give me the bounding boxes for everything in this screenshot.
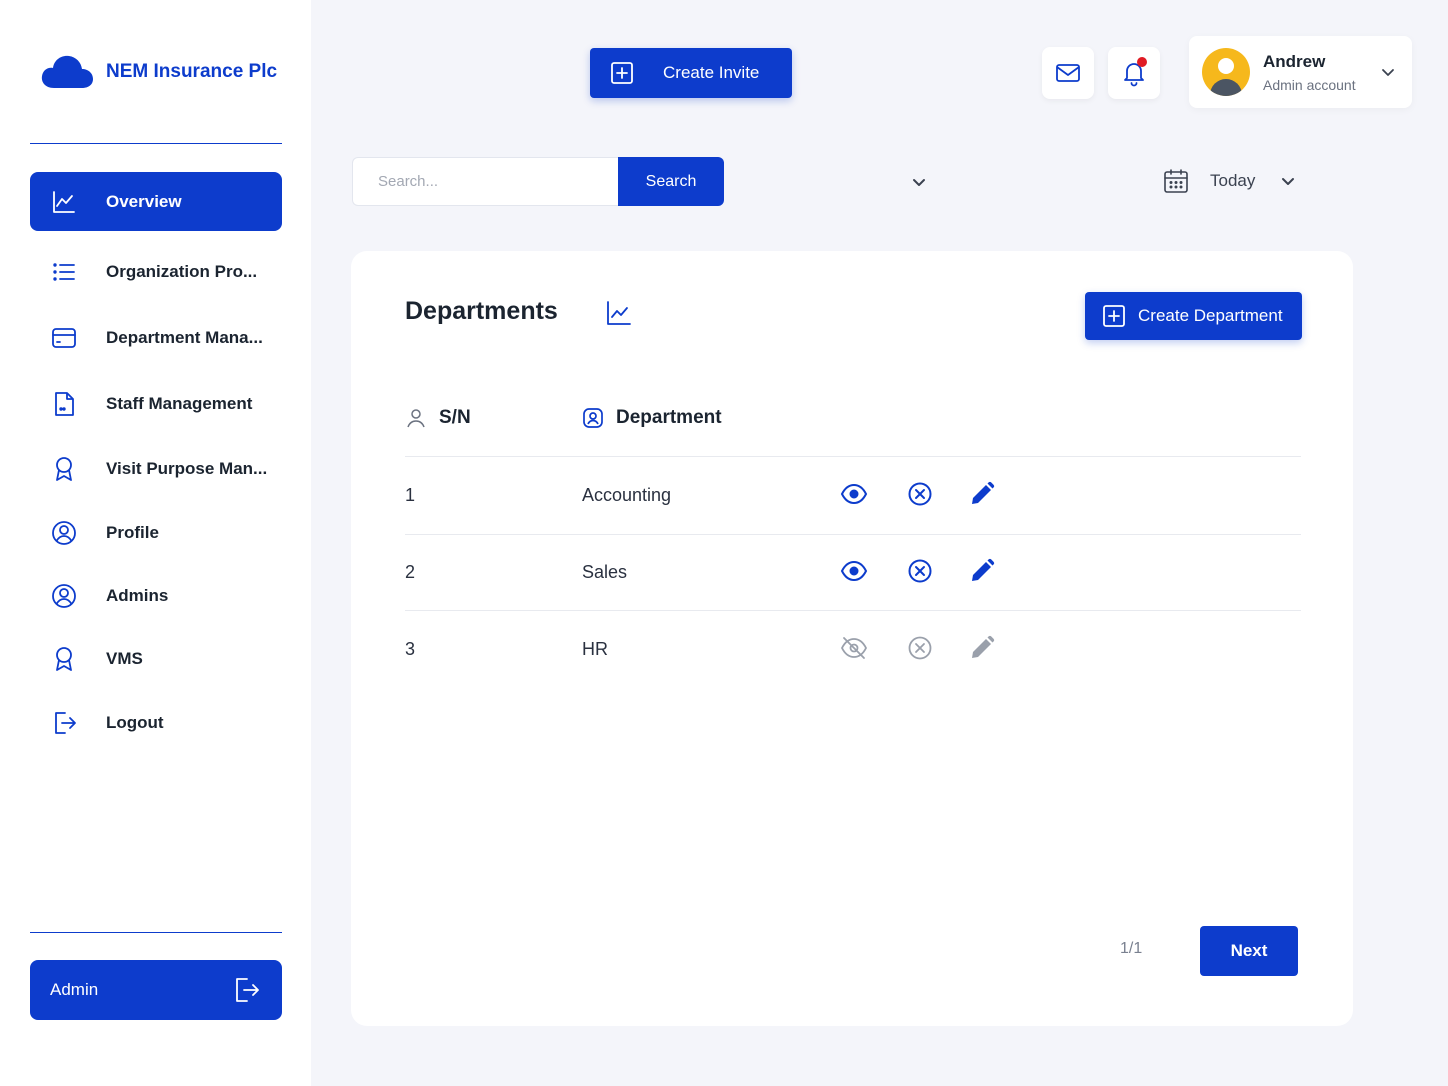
close-circle-icon xyxy=(908,482,932,506)
avatar xyxy=(1202,48,1250,96)
page-title: Departments xyxy=(405,297,558,325)
column-header-sn: S/N xyxy=(405,407,471,429)
row-department: HR xyxy=(582,639,608,659)
sidebar-item-department[interactable]: Department Mana... xyxy=(30,308,282,367)
sidebar-item-profile[interactable]: Profile xyxy=(30,503,282,562)
edit-button[interactable] xyxy=(967,556,997,586)
user-name: Andrew xyxy=(1263,51,1326,71)
page-indicator: 1/1 xyxy=(1120,940,1143,957)
view-button[interactable] xyxy=(839,633,869,663)
table-divider xyxy=(405,610,1301,611)
column-header-department-label: Department xyxy=(616,407,722,428)
sidebar-item-label: Overview xyxy=(106,191,182,211)
table-divider xyxy=(405,534,1301,535)
sidebar-item-label: Logout xyxy=(106,712,164,732)
user-menu[interactable]: Andrew Admin account xyxy=(1189,36,1412,108)
filter-dropdown[interactable] xyxy=(905,168,933,196)
search-input[interactable] xyxy=(352,157,620,206)
user-circle-icon xyxy=(50,582,78,610)
sidebar-divider-bottom xyxy=(30,932,282,933)
sidebar-divider-top xyxy=(30,143,282,144)
file-icon xyxy=(50,390,78,418)
delete-button[interactable] xyxy=(905,479,935,509)
close-circle-icon xyxy=(908,559,932,583)
card-icon xyxy=(50,324,78,352)
sidebar: NEM Insurance Plc Overview Organization … xyxy=(0,0,311,1086)
row-department: Sales xyxy=(582,562,628,582)
row-sn: 3 xyxy=(405,639,416,659)
sidebar-item-visit-purpose[interactable]: Visit Purpose Man... xyxy=(30,439,282,498)
list-icon xyxy=(50,258,78,286)
user-icon xyxy=(407,409,425,428)
admin-button-label: Admin xyxy=(50,980,99,999)
column-header-sn-label: S/N xyxy=(439,407,471,428)
view-button[interactable] xyxy=(839,556,869,586)
sidebar-item-label: Staff Management xyxy=(106,393,253,413)
sidebar-item-organization[interactable]: Organization Pro... xyxy=(30,242,282,301)
sidebar-item-label: Profile xyxy=(106,522,159,542)
user-role: Admin account xyxy=(1263,76,1356,93)
create-department-button[interactable]: Create Department xyxy=(1085,292,1302,340)
create-invite-button[interactable]: Create Invite xyxy=(590,48,792,98)
sidebar-item-label: Organization Pro... xyxy=(106,261,258,281)
plus-square-icon xyxy=(611,62,633,84)
sidebar-item-label: Department Mana... xyxy=(106,327,263,347)
date-filter[interactable]: Today xyxy=(1162,166,1297,196)
notification-dot xyxy=(1137,57,1147,67)
eye-icon xyxy=(840,560,868,582)
pencil-icon xyxy=(972,481,995,504)
next-button[interactable]: Next xyxy=(1200,926,1298,976)
chart-line-icon[interactable] xyxy=(605,299,633,327)
close-circle-icon xyxy=(908,636,932,660)
notifications-button[interactable] xyxy=(1108,47,1160,99)
view-button[interactable] xyxy=(839,479,869,509)
sidebar-item-logout[interactable]: Logout xyxy=(30,693,282,752)
brand[interactable]: NEM Insurance Plc xyxy=(40,52,277,92)
sidebar-item-vms[interactable]: VMS xyxy=(30,629,282,688)
chevron-down-icon xyxy=(1282,178,1295,185)
row-department: Accounting xyxy=(582,485,672,505)
sidebar-item-label: Admins xyxy=(106,585,169,605)
sidebar-item-overview[interactable]: Overview xyxy=(30,172,282,231)
column-header-department: Department xyxy=(582,407,722,429)
eye-icon xyxy=(840,483,868,505)
user-badge-icon xyxy=(583,408,603,428)
admin-button[interactable]: Admin xyxy=(30,960,282,1020)
plus-square-icon xyxy=(1103,305,1125,327)
logout-icon xyxy=(50,709,78,737)
search-button[interactable]: Search xyxy=(618,157,724,206)
table-divider xyxy=(405,456,1301,457)
award-icon xyxy=(50,455,78,483)
brand-name: NEM Insurance Plc xyxy=(106,61,278,82)
chevron-down-icon xyxy=(1382,69,1394,76)
logout-icon xyxy=(236,978,259,1002)
row-sn: 2 xyxy=(405,562,416,582)
create-department-label: Create Department xyxy=(1138,306,1283,325)
create-invite-label: Create Invite xyxy=(663,63,760,82)
calendar-icon xyxy=(1164,169,1188,193)
cloud-icon xyxy=(41,55,93,88)
pencil-icon xyxy=(972,635,995,658)
sidebar-item-admins[interactable]: Admins xyxy=(30,566,282,625)
departments-card: Departments Create Department S/N Depart… xyxy=(351,251,1353,1026)
date-filter-label: Today xyxy=(1210,171,1256,190)
sidebar-item-label: Visit Purpose Man... xyxy=(106,458,268,478)
sidebar-item-label: VMS xyxy=(106,648,143,668)
sidebar-item-staff[interactable]: Staff Management xyxy=(30,374,282,433)
mail-button[interactable] xyxy=(1042,47,1094,99)
edit-button[interactable] xyxy=(967,633,997,663)
chevron-down-icon xyxy=(913,179,925,186)
award-icon xyxy=(50,645,78,673)
mail-icon xyxy=(1056,64,1080,82)
chart-line-icon xyxy=(50,188,78,216)
eye-off-icon xyxy=(840,637,868,659)
delete-button[interactable] xyxy=(905,633,935,663)
pencil-icon xyxy=(972,558,995,581)
user-circle-icon xyxy=(50,519,78,547)
row-sn: 1 xyxy=(405,485,416,505)
delete-button[interactable] xyxy=(905,556,935,586)
edit-button[interactable] xyxy=(967,479,997,509)
